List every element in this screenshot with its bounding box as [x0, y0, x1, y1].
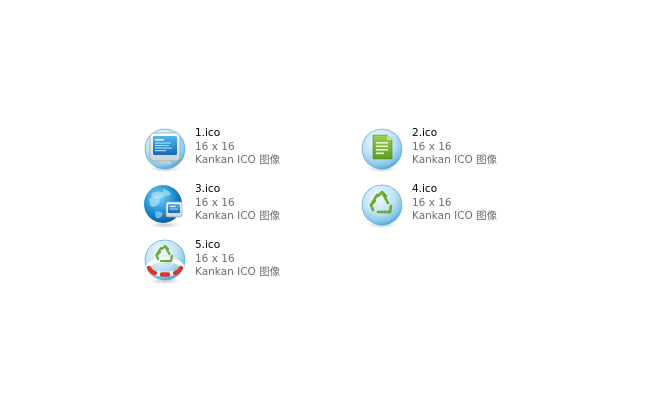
file-dimensions: 16 x 16 [195, 196, 235, 209]
file-dimensions: 16 x 16 [195, 140, 235, 153]
file-name: 5.ico [195, 239, 221, 251]
recycle-lifebuoy-icon [141, 237, 189, 285]
file-dimensions: 16 x 16 [195, 252, 235, 265]
file-name: 4.ico [412, 183, 438, 195]
file-type: Kankan ICO 图像 [195, 154, 281, 166]
file-type: Kankan ICO 图像 [195, 266, 281, 278]
file-name: 1.ico [195, 127, 221, 139]
file-type: Kankan ICO 图像 [412, 154, 498, 166]
file-item-5[interactable]: 5.ico 16 x 16 Kankan ICO 图像 [141, 237, 351, 287]
file-item-3[interactable]: 3.ico 16 x 16 Kankan ICO 图像 [141, 181, 351, 231]
monitor-screen-icon [141, 125, 189, 173]
file-name: 3.ico [195, 183, 221, 195]
file-dimensions: 16 x 16 [412, 140, 452, 153]
file-item-1[interactable]: 1.ico 16 x 16 Kankan ICO 图像 [141, 125, 351, 175]
recycle-icon [358, 181, 406, 229]
file-type: Kankan ICO 图像 [412, 210, 498, 222]
file-item-4[interactable]: 4.ico 16 x 16 Kankan ICO 图像 [358, 181, 568, 231]
globe-monitor-icon [141, 181, 189, 229]
document-icon [358, 125, 406, 173]
file-name: 2.ico [412, 127, 438, 139]
file-explorer-tiles-view: { "files": [ {"name": "1.ico", "dimensio… [0, 0, 670, 420]
file-type: Kankan ICO 图像 [195, 210, 281, 222]
file-dimensions: 16 x 16 [412, 196, 452, 209]
file-item-2[interactable]: 2.ico 16 x 16 Kankan ICO 图像 [358, 125, 568, 175]
